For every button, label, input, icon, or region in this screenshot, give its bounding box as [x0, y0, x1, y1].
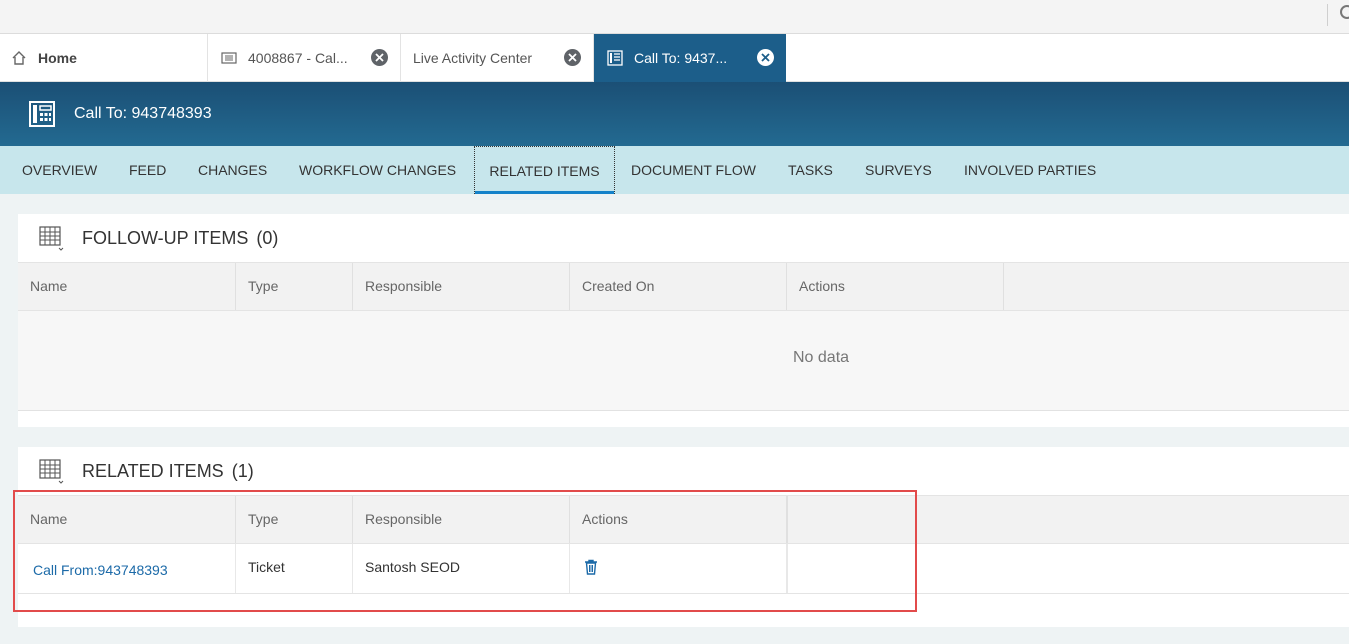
ticket-icon	[220, 49, 238, 67]
table-row[interactable]: Call From:943748393 Ticket Santosh SEOD	[18, 544, 1349, 594]
column-divider	[787, 496, 788, 543]
column-type[interactable]: Type	[236, 496, 353, 543]
cell-responsible: Santosh SEOD	[353, 544, 570, 593]
item-count: (0)	[256, 227, 279, 248]
tab-document-flow[interactable]: DOCUMENT FLOW	[631, 146, 756, 194]
column-responsible[interactable]: Responsible	[353, 496, 570, 543]
panel-title: FOLLOW-UP ITEMS	[82, 227, 249, 248]
tab-ticket[interactable]: 4008867 - Cal...	[208, 34, 401, 82]
panel-header: FOLLOW-UP ITEMS (0)	[18, 214, 1349, 262]
phone-icon	[606, 49, 624, 67]
column-divider	[787, 544, 788, 593]
tab-overview[interactable]: OVERVIEW	[22, 146, 97, 194]
page-header: Call To: 943748393	[0, 82, 1349, 146]
column-actions[interactable]: Actions	[787, 263, 1004, 310]
grid-settings-icon[interactable]	[38, 225, 64, 251]
tab-changes[interactable]: CHANGES	[198, 146, 267, 194]
close-icon[interactable]	[564, 49, 581, 66]
cell-name: Call From:943748393	[18, 544, 236, 593]
tab-tasks[interactable]: TASKS	[788, 146, 833, 194]
followup-items-panel: FOLLOW-UP ITEMS (0) Name Type Responsibl…	[18, 214, 1349, 427]
tab-call[interactable]: Call To: 9437...	[594, 34, 786, 82]
item-count: (1)	[231, 460, 254, 481]
table-header: Name Type Responsible Created On Actions	[18, 262, 1349, 311]
tab-workflow-changes[interactable]: WORKFLOW CHANGES	[299, 146, 456, 194]
column-type[interactable]: Type	[236, 263, 353, 310]
tab-label: Live Activity Center	[413, 50, 533, 66]
cell-type: Ticket	[236, 544, 353, 593]
tab-live-activity-center[interactable]: Live Activity Center	[401, 34, 594, 82]
panel-header: RELATED ITEMS (1)	[18, 447, 1349, 495]
home-icon	[10, 49, 28, 67]
column-created-on[interactable]: Created On	[570, 263, 787, 310]
column-actions[interactable]: Actions	[570, 496, 787, 543]
related-item-link[interactable]: Call From:943748393	[33, 562, 168, 578]
empty-state: No data	[18, 311, 1349, 411]
tab-feed[interactable]: FEED	[129, 146, 166, 194]
related-items-panel: RELATED ITEMS (1) Name Type Responsible …	[18, 447, 1349, 627]
page-title: Call To: 943748393	[74, 105, 212, 122]
section-nav: OVERVIEW FEED CHANGES WORKFLOW CHANGES R…	[0, 146, 1349, 194]
divider	[1327, 4, 1328, 26]
column-name[interactable]: Name	[18, 263, 236, 310]
cell-actions	[570, 544, 787, 593]
no-data-text: No data	[793, 349, 850, 366]
phone-icon	[29, 101, 55, 127]
column-name[interactable]: Name	[18, 496, 236, 543]
tab-home[interactable]: Home	[0, 34, 208, 82]
tab-surveys[interactable]: SURVEYS	[865, 146, 932, 194]
tab-related-items[interactable]: RELATED ITEMS	[474, 146, 615, 194]
column-responsible[interactable]: Responsible	[353, 263, 570, 310]
trash-icon[interactable]	[584, 559, 598, 575]
tab-label: 4008867 - Cal...	[248, 50, 348, 66]
tab-label: Call To: 9437...	[634, 50, 728, 66]
panel-title: RELATED ITEMS	[82, 460, 224, 481]
search-icon[interactable]	[1340, 5, 1349, 19]
grid-settings-icon[interactable]	[38, 458, 64, 484]
close-icon[interactable]	[757, 49, 774, 66]
top-strip	[0, 0, 1349, 34]
tab-involved-parties[interactable]: INVOLVED PARTIES	[964, 146, 1096, 194]
tab-label: Home	[38, 50, 77, 66]
tab-bar: Home 4008867 - Cal... Live Activity Cent…	[0, 34, 1349, 82]
close-icon[interactable]	[371, 49, 388, 66]
table-header: Name Type Responsible Actions	[18, 495, 1349, 544]
